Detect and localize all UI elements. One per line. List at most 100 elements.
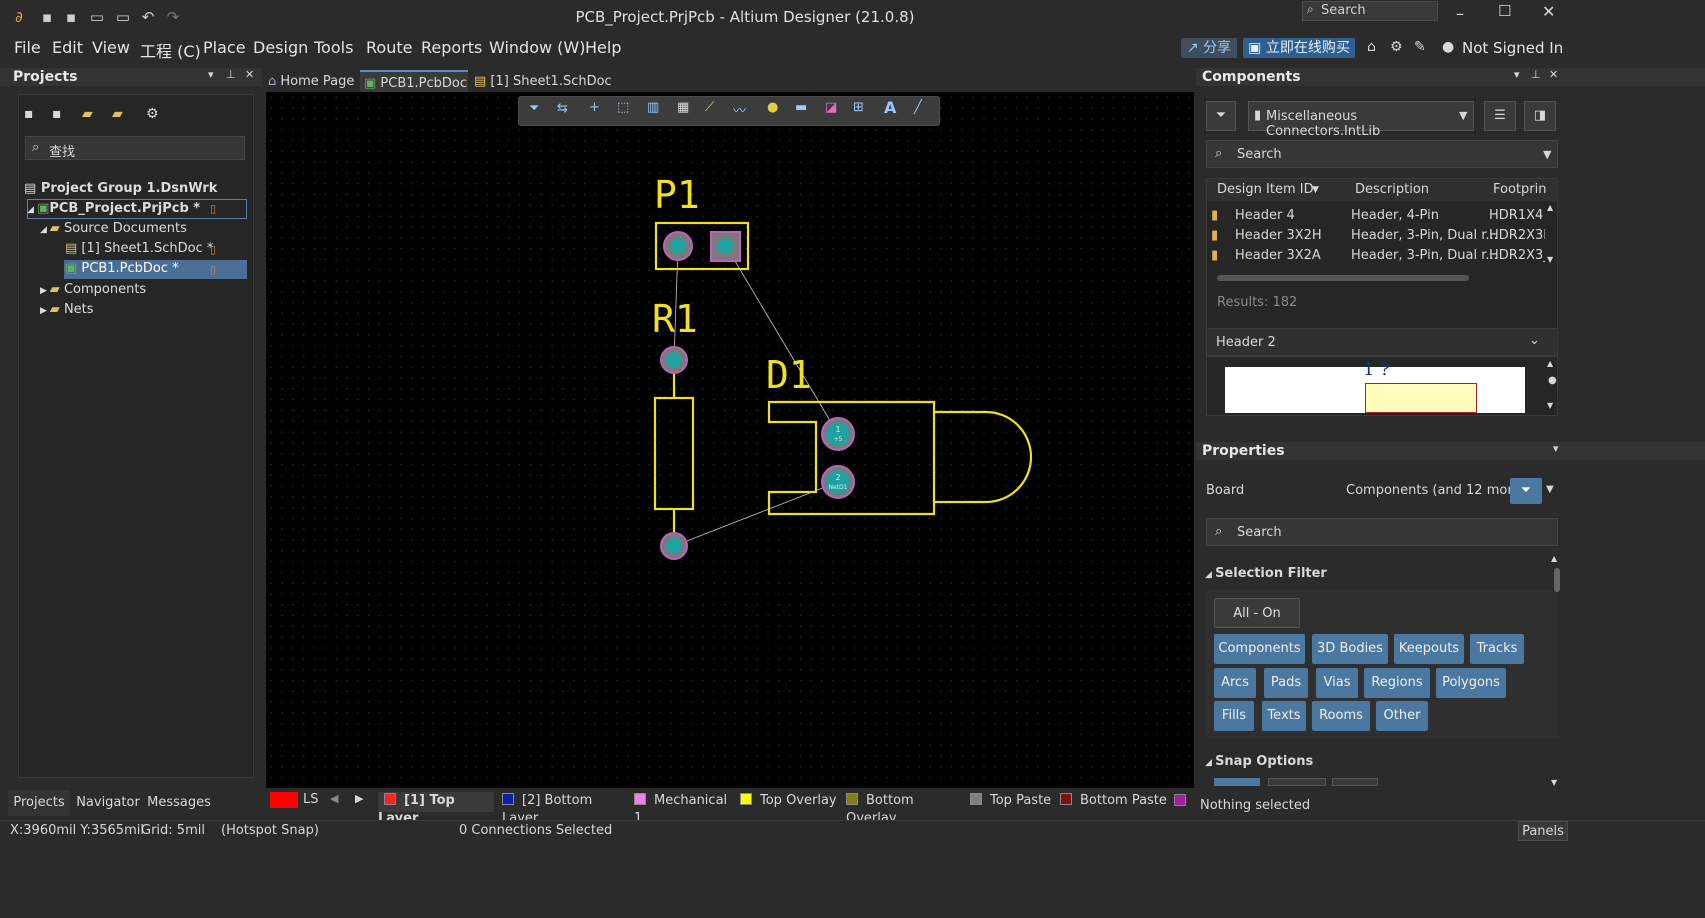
menu-tools[interactable]: Tools: [314, 38, 353, 57]
layer-scroll-left-icon[interactable]: ◀: [330, 792, 338, 805]
designator-r1[interactable]: R1: [652, 297, 698, 341]
vertical-scrollbar[interactable]: [1554, 568, 1560, 592]
menu-file[interactable]: File: [14, 38, 41, 57]
minimize-icon[interactable]: –: [1456, 4, 1464, 23]
open-folder-icon[interactable]: ▰: [82, 106, 93, 122]
menu-design[interactable]: Design: [253, 38, 308, 57]
interactive-route-icon[interactable]: ⇆: [557, 101, 568, 116]
all-on-button[interactable]: All - On: [1214, 598, 1300, 628]
layer-set-color[interactable]: [270, 792, 298, 808]
tab-navigator[interactable]: Navigator: [72, 790, 144, 816]
settings-icon[interactable]: ⚙: [1390, 39, 1403, 55]
filter-vias-button[interactable]: Vias: [1316, 668, 1358, 698]
scroll-up-icon[interactable]: ▲: [1547, 203, 1553, 212]
layer-tab-bottom[interactable]: [2] Bottom Layer: [502, 792, 626, 826]
region-icon[interactable]: ◪: [825, 100, 837, 115]
tree-item-pcb-project-label[interactable]: ◢ ▣PCB_Project.PrjPcb *: [27, 199, 200, 219]
menu-edit[interactable]: Edit: [52, 38, 83, 57]
filter-texts-button[interactable]: Texts: [1262, 701, 1306, 731]
snap-option-partial[interactable]: [1214, 778, 1260, 786]
tree-item-pcbdoc[interactable]: ▣ PCB1.PcbDoc *: [65, 259, 179, 279]
scroll-up-icon[interactable]: ▲: [1547, 359, 1553, 368]
column-header-design-item-id[interactable]: Design Item ID: [1217, 182, 1314, 197]
align-icon[interactable]: ▥: [647, 100, 659, 115]
designator-d1[interactable]: D1: [766, 353, 812, 397]
tree-item-schdoc[interactable]: ▤ [1] Sheet1.SchDoc *: [65, 239, 213, 259]
layer-tab-bottom-paste[interactable]: Bottom Paste: [1060, 792, 1170, 812]
filter-rooms-button[interactable]: Rooms: [1312, 701, 1370, 731]
pin-icon[interactable]: ⊥: [1531, 68, 1541, 81]
library-select[interactable]: ▮ Miscellaneous Connectors.IntLib ▼: [1248, 101, 1474, 139]
panel-close-icon[interactable]: ✕: [245, 68, 254, 81]
save-all-projects-icon[interactable]: ▪: [52, 106, 62, 122]
doc-tab-schematic[interactable]: ▤ [1] Sheet1.SchDoc *: [474, 70, 614, 113]
tree-item-project-group[interactable]: ▤ Project Group 1.DsnWrk: [24, 179, 217, 199]
designator-p1[interactable]: P1: [654, 173, 700, 217]
filter-icon[interactable]: ⏷: [529, 101, 539, 116]
panel-menu-icon[interactable]: ▾: [1514, 68, 1520, 81]
preview-header[interactable]: Header 2 ⌄: [1206, 328, 1558, 356]
filter-components-button[interactable]: Components: [1214, 634, 1305, 664]
global-search-box[interactable]: ⌕ Search: [1302, 1, 1438, 21]
table-row[interactable]: ▮ Header 4 Header, 4-Pin HDR1X4: [1207, 208, 1547, 228]
menu-help[interactable]: Help: [585, 38, 621, 57]
layer-set-button[interactable]: LS: [303, 792, 319, 807]
project-options-icon[interactable]: ⚙: [146, 106, 159, 122]
snap-options-header[interactable]: ◢ Snap Options: [1205, 754, 1313, 769]
tab-projects[interactable]: Projects: [8, 790, 70, 816]
scroll-down-icon[interactable]: ▼: [1547, 255, 1553, 264]
scroll-down-icon[interactable]: ▼: [1551, 778, 1557, 787]
pcb-canvas[interactable]: P1 R1 D1 1 +5 2 NetD1: [266, 92, 1194, 788]
layer-tab-mechanical[interactable]: Mechanical 1: [634, 792, 734, 826]
layer-tab-bottom-overlay[interactable]: Bottom Overlay: [846, 792, 964, 826]
layer-scroll-right-icon[interactable]: ▶: [355, 792, 363, 805]
layer-tab-more[interactable]: [1174, 794, 1186, 806]
menu-project[interactable]: 工程 (C): [140, 38, 201, 62]
dimension-icon[interactable]: ⊞: [853, 100, 864, 115]
component-filter-button[interactable]: ⏷: [1206, 101, 1236, 131]
components-search-input[interactable]: ⌕ Search ▼: [1206, 140, 1558, 168]
menu-place[interactable]: Place: [203, 38, 246, 57]
selection-filter-header[interactable]: ◢ Selection Filter: [1205, 566, 1327, 581]
snap-option-partial[interactable]: [1268, 778, 1326, 786]
table-row[interactable]: ▮ Header 3X2H Header, 3-Pin, Dual r... HDR2…: [1207, 228, 1547, 248]
chevron-down-icon[interactable]: ▼: [1546, 484, 1554, 495]
filter-3d-bodies-button[interactable]: 3D Bodies: [1312, 634, 1388, 664]
notifications-icon[interactable]: ✎: [1414, 39, 1426, 55]
menu-window[interactable]: Window (W): [489, 38, 585, 57]
filter-pads-button[interactable]: Pads: [1264, 668, 1308, 698]
panels-button[interactable]: Panels: [1518, 821, 1568, 841]
filter-polygons-button[interactable]: Polygons: [1436, 668, 1506, 698]
filter-arcs-button[interactable]: Arcs: [1214, 668, 1256, 698]
close-icon[interactable]: ✕: [1542, 2, 1555, 21]
scroll-up-icon[interactable]: ▲: [1551, 554, 1557, 563]
select-rect-icon[interactable]: ⬚: [617, 100, 629, 115]
menu-reports[interactable]: Reports: [421, 38, 482, 57]
buy-online-button[interactable]: ▣ 立即在线购买: [1243, 38, 1355, 58]
filter-regions-button[interactable]: Regions: [1364, 668, 1430, 698]
panel-menu-icon[interactable]: ▾: [1553, 442, 1559, 455]
user-icon[interactable]: ●: [1442, 39, 1454, 55]
diff-pair-icon[interactable]: 〰: [733, 100, 746, 119]
maximize-icon[interactable]: ☐: [1498, 2, 1511, 20]
tree-item-components[interactable]: ▶ ▰ Components: [40, 280, 146, 300]
tab-messages[interactable]: Messages: [144, 790, 214, 816]
place-component-icon[interactable]: ▦: [677, 100, 689, 115]
layer-tab-top-overlay[interactable]: Top Overlay: [740, 792, 838, 812]
doc-tab-pcb[interactable]: ▣ PCB1.PcbDoc *: [360, 70, 468, 115]
place-via-icon[interactable]: ●: [767, 100, 778, 115]
save-project-icon[interactable]: ▪: [24, 106, 34, 122]
table-row[interactable]: ▮ Header 3X2A Header, 3-Pin, Dual r... HDR2…: [1207, 248, 1547, 268]
list-view-button[interactable]: ☰: [1484, 101, 1516, 131]
cross-select-icon[interactable]: +: [589, 100, 600, 115]
pin-icon[interactable]: ⊥: [226, 68, 236, 81]
place-text-icon[interactable]: A: [884, 98, 896, 117]
chevron-down-icon[interactable]: ▼: [1543, 148, 1551, 161]
snap-option-partial[interactable]: [1332, 778, 1378, 786]
filter-keepouts-button[interactable]: Keepouts: [1394, 634, 1464, 664]
home-icon[interactable]: ⌂: [1367, 39, 1376, 55]
tree-item-nets[interactable]: ▶ ▰ Nets: [40, 300, 94, 320]
layer-tab-top[interactable]: [1] Top Layer: [378, 792, 494, 826]
panel-close-icon[interactable]: ✕: [1549, 68, 1558, 81]
properties-search-input[interactable]: ⌕ Search: [1206, 518, 1558, 546]
